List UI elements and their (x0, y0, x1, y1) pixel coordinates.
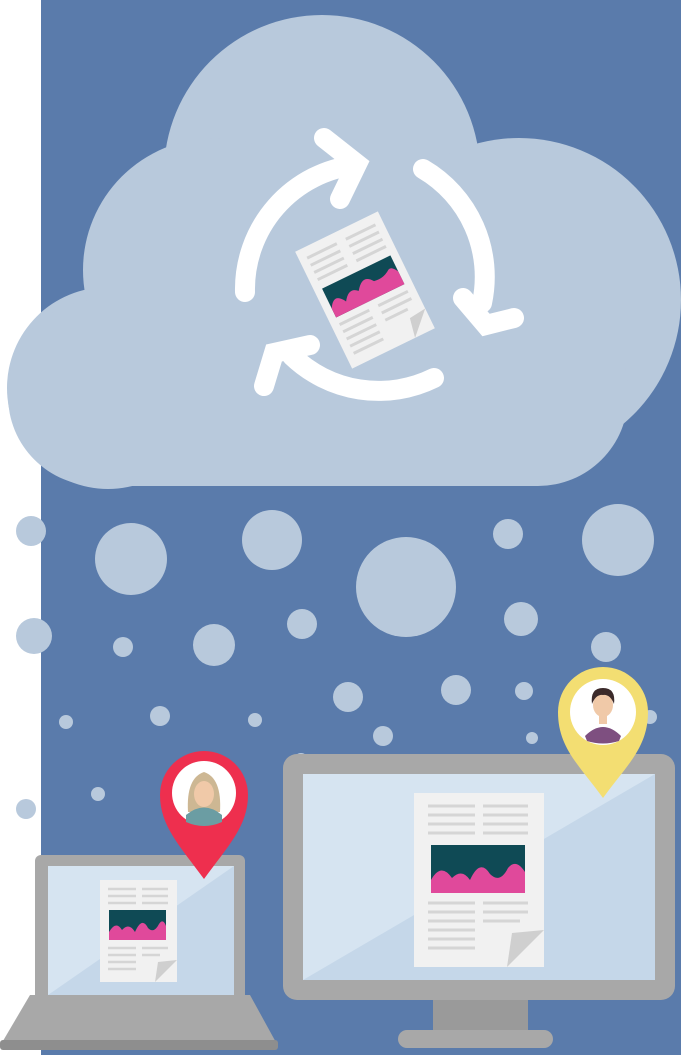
cloud-sync-illustration (0, 0, 681, 1055)
laptop-icon (0, 855, 278, 1050)
document-icon (100, 880, 177, 982)
document-icon (414, 793, 544, 967)
